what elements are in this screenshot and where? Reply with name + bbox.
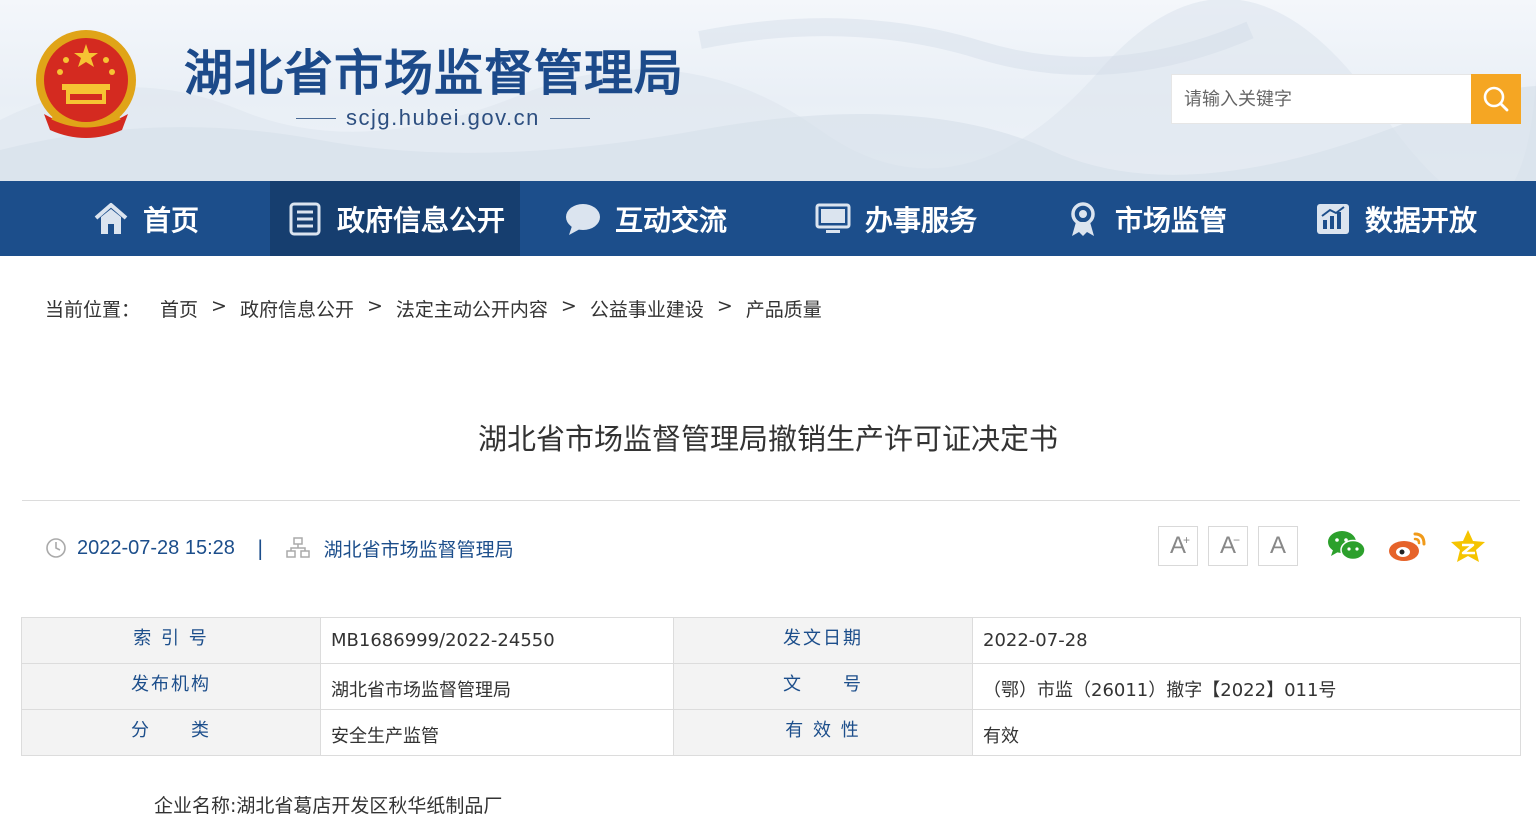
breadcrumb-prefix: 当前位置： [45, 299, 141, 321]
organization-icon [285, 537, 310, 558]
article-title: 湖北省市场监督管理局撤销生产许可证决定书 [477, 422, 1058, 456]
nav-label-interaction: 互动交流 [614, 203, 727, 237]
breadcrumb: 当前位置： 首页 > 政府信息公开 > 法定主动公开内容 > 公益事业建设 > … [45, 295, 822, 322]
breadcrumb-item-product-quality[interactable]: 产品质量 [746, 295, 822, 322]
info-label-validity: 有 效 性 [673, 709, 973, 756]
info-label-category: 分 类 [21, 709, 321, 756]
document-info-table: 索 引 号 MB1686999/2022-24550 发文日期 2022-07-… [21, 617, 1521, 756]
info-label-index: 索 引 号 [21, 617, 321, 664]
search-icon [1483, 86, 1509, 112]
award-badge-icon [1063, 199, 1103, 239]
article-body-line: 企业名称:湖北省葛店开发区秋华纸制品厂 [154, 795, 503, 817]
breadcrumb-item-gov-info[interactable]: 政府信息公开 [240, 295, 354, 322]
weibo-icon[interactable] [1387, 528, 1427, 564]
table-row: 索 引 号 MB1686999/2022-24550 发文日期 2022-07-… [21, 617, 1521, 664]
plus-icon: + [1182, 533, 1190, 547]
site-header: 湖北省市场监督管理局 scjg.hubei.gov.cn [0, 0, 1536, 181]
info-value-index: MB1686999/2022-24550 [320, 617, 674, 664]
site-url: scjg.hubei.gov.cn [346, 105, 540, 130]
info-label-date: 发文日期 [673, 617, 973, 664]
nav-label-market-supervision: 市场监管 [1114, 203, 1227, 237]
info-label-publisher: 发布机构 [21, 663, 321, 710]
nav-item-gov-info[interactable]: 政府信息公开 [270, 181, 520, 256]
chat-bubble-icon [563, 199, 603, 239]
nav-item-services[interactable]: 办事服务 [770, 181, 1020, 256]
nav-item-interaction[interactable]: 互动交流 [520, 181, 770, 256]
national-emblem [36, 30, 136, 138]
table-row: 发布机构 湖北省市场监督管理局 文 号 （鄂）市监（26011）撤字【2022】… [21, 663, 1521, 710]
article-source: 湖北省市场监督管理局 [323, 538, 514, 561]
font-increase-button[interactable]: A + [1158, 526, 1198, 566]
breadcrumb-item-statutory[interactable]: 法定主动公开内容 [396, 295, 548, 322]
minus-icon: − [1232, 533, 1240, 547]
document-list-icon [285, 199, 325, 239]
info-value-publisher: 湖北省市场监督管理局 [320, 663, 674, 710]
breadcrumb-separator: > [560, 295, 577, 317]
nav-item-home[interactable]: 首页 [20, 181, 270, 256]
publish-datetime: 2022-07-28 15:28 [77, 536, 235, 559]
clock-icon [46, 538, 66, 558]
breadcrumb-separator: > [211, 295, 227, 317]
home-icon [91, 199, 131, 239]
url-line-left [296, 117, 336, 119]
bar-chart-icon [1313, 199, 1353, 239]
nav-label-services: 办事服务 [864, 203, 977, 237]
font-decrease-button[interactable]: A − [1208, 526, 1248, 566]
breadcrumb-separator: > [716, 295, 733, 317]
nav-label-gov-info: 政府信息公开 [336, 203, 505, 237]
font-size-controls: A + A − A [1158, 526, 1298, 566]
site-title: 湖北省市场监督管理局 [184, 45, 685, 102]
nav-item-market-supervision[interactable]: 市场监管 [1020, 181, 1270, 256]
nav-item-open-data[interactable]: 数据开放 [1270, 181, 1520, 256]
info-value-doc-number: （鄂）市监（26011）撤字【2022】011号 [972, 663, 1521, 710]
meta-separator: | [256, 536, 264, 560]
table-row: 分 类 安全生产监管 有 效 性 有效 [21, 709, 1521, 756]
font-reset-label: A [1269, 532, 1286, 559]
info-label-doc-number: 文 号 [673, 663, 973, 710]
info-value-date: 2022-07-28 [972, 617, 1521, 664]
search-input[interactable] [1171, 74, 1471, 124]
nav-label-home: 首页 [142, 203, 199, 237]
main-nav: 首页 政府信息公开 互动交流 办事服务 市场监管 数据开放 [0, 181, 1536, 256]
url-line-right [549, 117, 590, 119]
breadcrumb-item-home[interactable]: 首页 [160, 295, 198, 322]
font-reset-button[interactable]: A [1258, 526, 1298, 566]
site-url-row: scjg.hubei.gov.cn [296, 103, 606, 133]
search-button[interactable] [1471, 74, 1521, 124]
qzone-star-icon[interactable] [1448, 528, 1488, 564]
info-value-validity: 有效 [972, 709, 1521, 756]
wechat-icon[interactable] [1327, 528, 1367, 564]
breadcrumb-separator: > [366, 295, 383, 317]
nav-label-open-data: 数据开放 [1364, 203, 1477, 237]
info-value-category: 安全生产监管 [320, 709, 674, 756]
title-divider [22, 500, 1520, 501]
monitor-icon [813, 199, 853, 239]
breadcrumb-item-public-welfare[interactable]: 公益事业建设 [590, 295, 704, 322]
